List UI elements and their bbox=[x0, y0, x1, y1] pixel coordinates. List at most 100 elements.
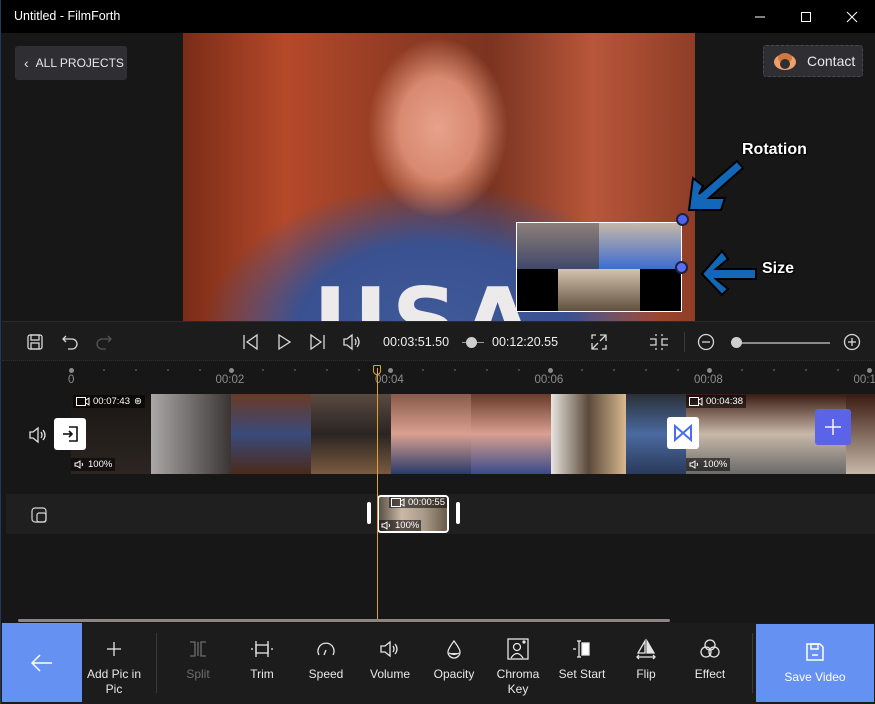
ruler-label: 00:04 bbox=[375, 374, 404, 386]
save-icon bbox=[27, 334, 43, 350]
contact-button[interactable]: Contact bbox=[763, 45, 863, 77]
ruler-minor-tick bbox=[453, 369, 456, 371]
save-icon bbox=[806, 643, 824, 661]
flip-button[interactable]: Flip bbox=[614, 637, 678, 682]
fullscreen-button[interactable] bbox=[589, 332, 609, 352]
all-projects-button[interactable]: ‹ ALL PROJECTS bbox=[15, 46, 127, 80]
zoom-in-button[interactable] bbox=[842, 332, 862, 352]
arrow-left-icon bbox=[31, 653, 52, 672]
speed-label: Speed bbox=[308, 667, 344, 681]
main-video-track[interactable]: 00:07:43 ⊛ 100% 00:04:38 100% bbox=[71, 394, 875, 474]
pip-clip-right-trim-handle[interactable] bbox=[456, 502, 460, 524]
split-icon bbox=[190, 641, 206, 657]
save-project-button[interactable] bbox=[25, 332, 45, 352]
video-thumbnail bbox=[391, 394, 471, 474]
ruler-minor-tick bbox=[134, 369, 137, 371]
clip-effect-icon: ⊛ bbox=[133, 396, 142, 407]
ruler-minor-tick bbox=[262, 369, 265, 371]
pip-overlay[interactable] bbox=[516, 222, 682, 312]
detach-audio-button[interactable] bbox=[54, 418, 86, 450]
volume-icon bbox=[74, 460, 83, 469]
chroma-key-label: Chroma Key bbox=[496, 667, 540, 696]
save-video-button[interactable]: Save Video bbox=[756, 624, 874, 702]
video-camera-icon bbox=[689, 397, 703, 406]
playhead-handle[interactable] bbox=[373, 365, 381, 375]
timeline-ruler[interactable]: 0 00:02 00:04 00:06 00:08 00:1 bbox=[1, 362, 875, 392]
ruler-minor-tick bbox=[772, 369, 775, 371]
zoom-out-icon bbox=[697, 333, 715, 351]
close-icon bbox=[846, 11, 858, 22]
zoom-slider-knob[interactable] bbox=[731, 337, 742, 348]
play-button[interactable] bbox=[274, 332, 294, 352]
preview-shirt-text: USA bbox=[313, 268, 537, 321]
volume-icon bbox=[689, 460, 698, 469]
pip-clip-volume: 100% bbox=[395, 520, 420, 531]
contact-avatar-icon bbox=[774, 53, 796, 70]
volume-icon bbox=[381, 521, 390, 530]
preview-volume-button[interactable] bbox=[342, 332, 362, 352]
volume-button[interactable]: Volume bbox=[358, 637, 422, 682]
trim-button[interactable]: Trim bbox=[230, 637, 294, 682]
maximize-button[interactable] bbox=[783, 0, 829, 33]
clip-volume-badge: 100% bbox=[379, 520, 422, 531]
snap-icon bbox=[650, 334, 668, 350]
seek-slider-knob[interactable] bbox=[466, 337, 477, 348]
clip-volume: 100% bbox=[703, 459, 728, 470]
ruler-minor-tick bbox=[677, 369, 680, 371]
ruler-minor-tick bbox=[421, 369, 424, 371]
ruler-major-tick bbox=[388, 368, 393, 373]
playhead[interactable] bbox=[377, 368, 378, 622]
flip-icon bbox=[636, 638, 656, 660]
timeline-horizontal-scrollbar[interactable] bbox=[18, 619, 670, 622]
volume-icon bbox=[29, 426, 46, 444]
video-camera-icon bbox=[391, 498, 405, 507]
chroma-key-button[interactable]: Chroma Key bbox=[486, 637, 550, 697]
effect-button[interactable]: Effect bbox=[678, 637, 742, 682]
add-clip-button[interactable] bbox=[815, 409, 851, 445]
set-start-label: Set Start bbox=[558, 667, 606, 681]
skip-to-start-button[interactable] bbox=[240, 332, 260, 352]
add-transition-button[interactable] bbox=[667, 417, 699, 449]
pip-resize-handle[interactable] bbox=[675, 261, 688, 274]
main-track-mute-button[interactable] bbox=[28, 426, 48, 449]
speed-button[interactable]: Speed bbox=[294, 637, 358, 682]
clip-volume-badge: 100% bbox=[71, 458, 116, 471]
pip-clip-left-trim-handle[interactable] bbox=[367, 502, 371, 524]
zoom-slider-track[interactable] bbox=[735, 342, 830, 344]
split-button[interactable]: Split bbox=[166, 637, 230, 682]
set-start-button[interactable]: Set Start bbox=[550, 637, 614, 682]
ruler-major-tick bbox=[228, 368, 234, 373]
pip-clip[interactable]: 00:00:55 100% bbox=[377, 495, 449, 533]
skip-end-icon bbox=[310, 333, 325, 351]
total-time: 00:12:20.55 bbox=[492, 335, 559, 349]
clip-duration: 00:07:43 bbox=[93, 396, 130, 407]
minimize-icon bbox=[755, 16, 765, 17]
ruler-minor-tick bbox=[836, 369, 839, 371]
clip-volume: 100% bbox=[88, 459, 113, 470]
clip-duration-badge: 00:00:55 bbox=[389, 497, 447, 508]
minimize-button[interactable] bbox=[737, 0, 783, 33]
chroma-key-icon bbox=[507, 638, 529, 660]
close-button[interactable] bbox=[829, 0, 875, 33]
back-button[interactable] bbox=[2, 623, 82, 702]
add-pip-button[interactable]: Add Pic in Pic bbox=[82, 637, 146, 697]
ruler-major-tick bbox=[69, 368, 74, 373]
snap-button[interactable] bbox=[648, 332, 668, 352]
ruler-label: 0 bbox=[68, 374, 75, 386]
save-video-label: Save Video bbox=[784, 670, 846, 684]
ruler-label: 00:1 bbox=[853, 374, 875, 386]
skip-to-end-button[interactable] bbox=[308, 332, 328, 352]
video-thumbnail bbox=[311, 394, 391, 474]
video-thumbnail bbox=[231, 394, 311, 474]
maximize-icon bbox=[801, 11, 811, 22]
undo-button[interactable] bbox=[60, 332, 80, 352]
opacity-button[interactable]: Opacity bbox=[422, 637, 486, 682]
clip-duration-badge: 00:07:43 ⊛ bbox=[73, 395, 145, 408]
zoom-out-button[interactable] bbox=[696, 332, 716, 352]
redo-button[interactable] bbox=[94, 332, 114, 352]
skip-start-icon bbox=[243, 333, 258, 351]
ruler-label: 00:02 bbox=[215, 374, 245, 386]
zoom-in-icon bbox=[843, 333, 861, 351]
fullscreen-icon bbox=[591, 334, 607, 350]
opacity-label: Opacity bbox=[433, 667, 475, 681]
